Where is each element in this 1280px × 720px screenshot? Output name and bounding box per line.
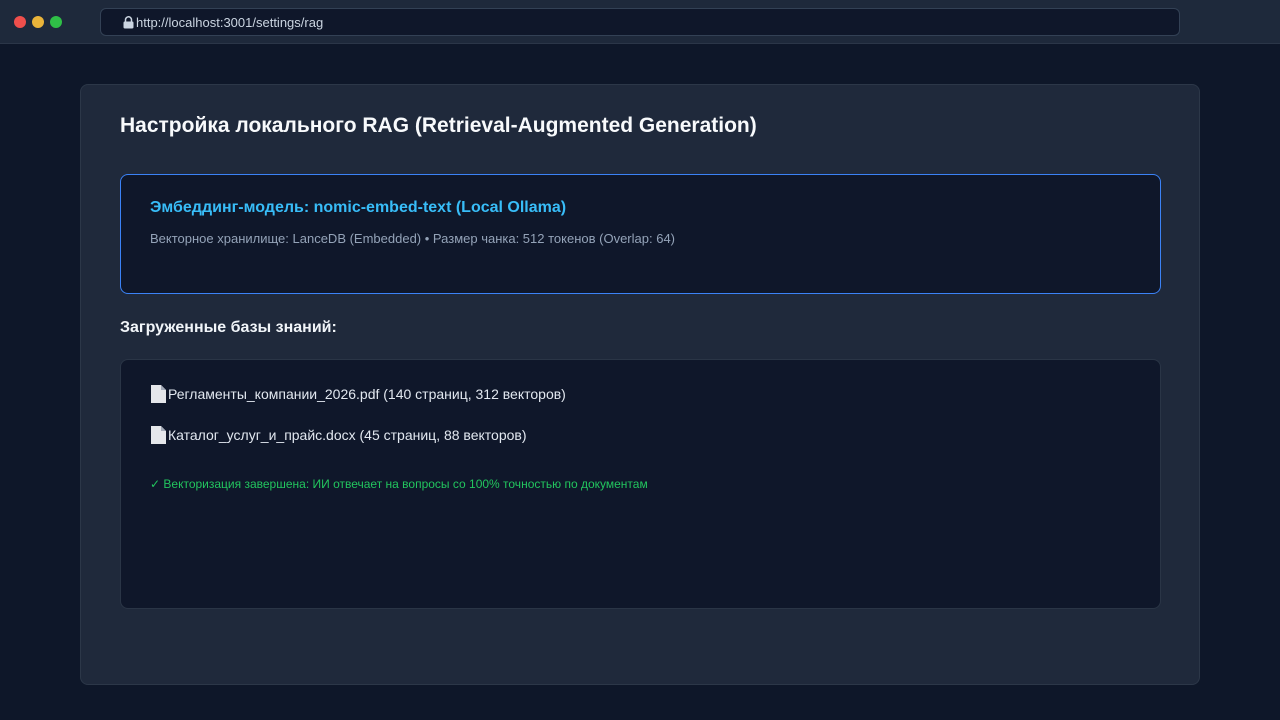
window-minimize-button[interactable] <box>32 16 44 28</box>
embedding-model-details: Векторное хранилище: LanceDB (Embedded) … <box>150 231 676 246</box>
document-icon <box>151 385 166 403</box>
page-title: Настройка локального RAG (Retrieval-Augm… <box>120 114 757 137</box>
knowledge-base-label: Каталог_услуг_и_прайс.docx (45 страниц, … <box>168 427 527 443</box>
knowledge-bases-heading: Загруженные базы знаний: <box>120 319 337 336</box>
vectorization-status: ✓ Векторизация завершена: ИИ отвечает на… <box>150 477 648 491</box>
browser-chrome: http://localhost:3001/settings/rag <box>0 0 1280 44</box>
document-icon <box>151 426 166 444</box>
knowledge-base-label: Регламенты_компании_2026.pdf (140 страни… <box>168 386 566 402</box>
lock-icon <box>123 16 134 29</box>
window-close-button[interactable] <box>14 16 26 28</box>
url-text[interactable]: http://localhost:3001/settings/rag <box>136 15 323 30</box>
address-bar[interactable]: http://localhost:3001/settings/rag <box>100 8 1180 36</box>
embedding-model-title: Эмбеддинг-модель: nomic-embed-text (Loca… <box>150 199 567 216</box>
window-maximize-button[interactable] <box>50 16 62 28</box>
